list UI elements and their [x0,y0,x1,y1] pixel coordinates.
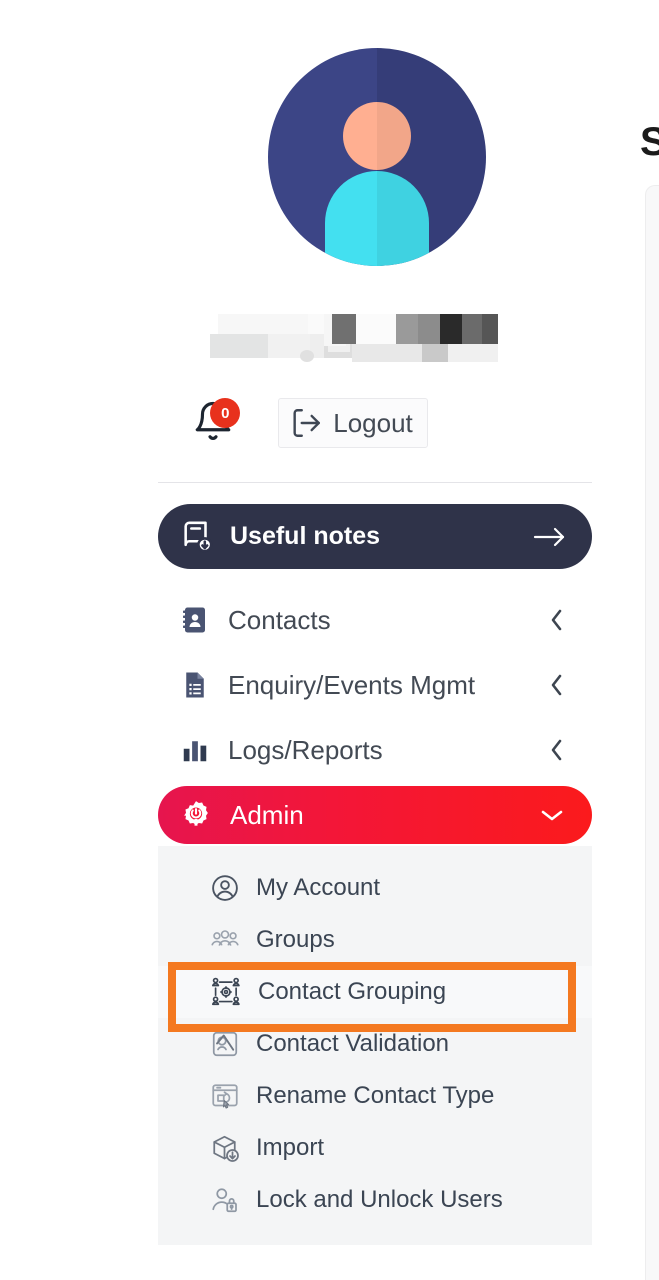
content-partial-heading: S [640,120,659,164]
sidebar-item-label: Logs/Reports [228,734,383,765]
submenu-item-contact-validation[interactable]: Contact Validation [158,1018,592,1070]
sidebar-item-label: Contacts [228,604,331,635]
rename-window-icon [212,1084,238,1109]
bar-chart-icon [183,741,207,762]
document-list-icon [186,672,204,698]
sidebar-item-enquiry-events-mgmt[interactable]: Enquiry/Events Mgmt [158,657,592,713]
submenu-item-my-account[interactable]: My Account [158,862,592,914]
user-lock-icon [212,1188,237,1213]
submenu-item-lock-and-unlock-users[interactable]: Lock and Unlock Users [158,1174,592,1226]
app-root: S 0 Logout Useful notes Contacts Enquiry… [0,0,659,1280]
content-panel [645,185,659,1280]
chevron-left-icon[interactable] [548,671,566,699]
useful-notes-banner[interactable]: Useful notes [158,504,592,569]
sidebar-item-admin[interactable]: Admin [158,786,592,844]
submenu-item-contact-grouping[interactable]: Contact Grouping [158,966,592,1018]
submenu-item-label: Contact Validation [256,1030,450,1057]
submenu-item-label: Lock and Unlock Users [256,1186,503,1213]
contact-grouping-icon [211,977,240,1006]
sidebar-item-contacts[interactable]: Contacts [158,592,592,648]
submenu-item-label: My Account [256,874,381,901]
sidebar-item-label: Admin [230,799,304,830]
chevron-left-icon[interactable] [548,736,566,764]
logout-button[interactable]: Logout [278,398,428,448]
user-circle-icon [212,875,238,901]
sidebar-divider [158,482,592,483]
user-avatar-icon [268,48,486,266]
avatar-head [343,102,411,170]
notifications-button[interactable]: 0 [192,398,241,446]
contact-validation-icon [212,1031,238,1057]
submenu-item-groups[interactable]: Groups [158,914,592,966]
admin-submenu: My Account Groups Contact Grouping Conta… [158,846,592,1245]
chevron-left-icon[interactable] [548,606,566,634]
import-box-icon [213,1135,239,1162]
logout-icon [293,409,321,437]
notification-badge: 0 [210,398,241,428]
submenu-item-label: Rename Contact Type [256,1082,495,1109]
sidebar: 0 Logout Useful notes Contacts Enquiry/E… [0,0,620,1280]
arrow-right-icon [533,527,565,546]
avatar[interactable] [268,48,486,266]
useful-notes-label: Useful notes [230,522,381,550]
logout-label: Logout [333,407,413,438]
submenu-item-label: Contact Grouping [258,978,447,1005]
avatar-body [325,171,429,266]
user-name-redacted [200,312,500,362]
profile-actions: 0 Logout [0,398,620,448]
submenu-item-label: Import [256,1134,325,1161]
sidebar-item-logs-reports[interactable]: Logs/Reports [158,722,592,778]
chevron-down-icon[interactable] [538,805,566,825]
gear-power-icon [184,801,208,826]
book-add-icon [184,521,213,552]
submenu-item-import[interactable]: Import [158,1122,592,1174]
address-book-icon [183,607,205,633]
submenu-item-rename-contact-type[interactable]: Rename Contact Type [158,1070,592,1122]
submenu-item-label: Groups [256,926,335,953]
users-group-icon [211,930,239,946]
sidebar-item-label: Enquiry/Events Mgmt [228,669,476,700]
